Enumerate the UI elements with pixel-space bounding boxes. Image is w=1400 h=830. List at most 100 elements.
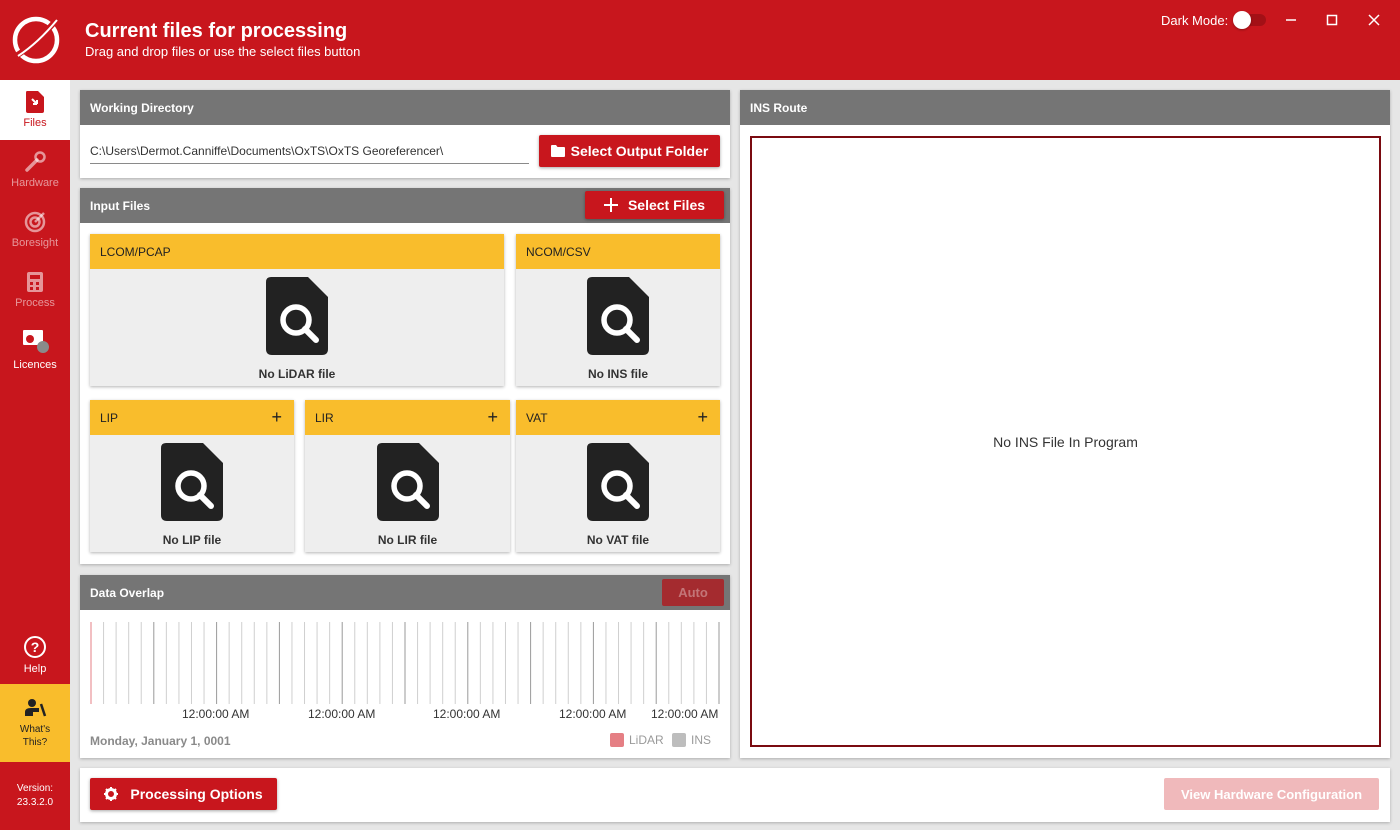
input-files-header: Input Files Select Files xyxy=(80,188,730,223)
gear-icon xyxy=(104,787,119,801)
view-hardware-configuration-button[interactable]: View Hardware Configuration xyxy=(1164,778,1379,810)
card-header: LIR + xyxy=(305,400,510,435)
output-path-field[interactable]: C:\Users\Dermot.Canniffe\Documents\OxTS\… xyxy=(90,144,529,164)
processing-options-button[interactable]: Processing Options xyxy=(90,778,277,810)
select-files-button[interactable]: Select Files xyxy=(585,191,724,219)
data-overlap-panel: Data Overlap Auto 12:00:00 AM 12:00:00 A… xyxy=(80,575,730,758)
certificate-icon xyxy=(23,330,49,353)
whats-this-line1: What's xyxy=(19,723,51,735)
dark-mode-toggle[interactable] xyxy=(1233,11,1266,29)
card-empty-label: No LIP file xyxy=(162,533,222,547)
person-chair-icon xyxy=(25,698,47,716)
card-empty-label: No INS file xyxy=(587,367,648,381)
add-lir-icon[interactable]: + xyxy=(487,408,498,426)
maximize-icon xyxy=(1326,14,1338,26)
tools-icon xyxy=(25,151,46,172)
card-empty-label: No VAT file xyxy=(586,533,650,547)
working-directory-header: Working Directory xyxy=(80,90,730,125)
close-icon xyxy=(1368,14,1380,26)
data-overlap-title: Data Overlap xyxy=(90,585,165,600)
time-tick-label: 12:00:00 AM xyxy=(559,707,627,721)
input-files-panel: Input Files Select Files LCOM/PCAP No Li… xyxy=(80,188,730,564)
oxts-logo-icon xyxy=(12,16,61,64)
card-header: LCOM/PCAP xyxy=(90,234,504,269)
ins-empty-message: No INS File In Program xyxy=(993,433,1138,450)
ins-route-header: INS Route xyxy=(740,90,1390,125)
sidebar-item-files[interactable]: Files xyxy=(0,80,70,140)
card-header: NCOM/CSV xyxy=(516,234,720,269)
add-vat-icon[interactable]: + xyxy=(697,408,708,426)
legend-lidar: LiDAR xyxy=(610,733,664,747)
sidebar-item-hardware[interactable]: Hardware xyxy=(0,140,70,200)
auto-button[interactable]: Auto xyxy=(662,579,724,606)
minimize-icon xyxy=(1286,19,1296,21)
help-icon: ? xyxy=(24,636,46,658)
working-directory-panel: Working Directory C:\Users\Dermot.Cannif… xyxy=(80,90,730,178)
overlap-date: Monday, January 1, 0001 xyxy=(90,734,231,748)
lir-card[interactable]: LIR + No LIR file xyxy=(305,400,510,552)
sidebar-item-boresight[interactable]: Boresight xyxy=(0,200,70,260)
sidebar-item-label: Hardware xyxy=(11,177,59,189)
version-info: Version: 23.3.2.0 xyxy=(0,782,70,810)
plus-icon xyxy=(603,198,618,212)
file-search-icon xyxy=(266,277,328,355)
legend-label: LiDAR xyxy=(629,733,664,747)
target-icon xyxy=(24,211,46,233)
time-tick-label: 12:00:00 AM xyxy=(308,707,376,721)
sidebar-item-label: Help xyxy=(23,663,47,675)
dark-mode-label: Dark Mode: xyxy=(1161,13,1229,28)
folder-icon xyxy=(550,145,565,157)
file-search-icon xyxy=(376,443,439,521)
legend-ins: INS xyxy=(672,733,711,747)
file-search-icon xyxy=(161,443,223,521)
maximize-button[interactable] xyxy=(1319,8,1345,32)
close-button[interactable] xyxy=(1361,8,1387,32)
page-subtitle: Drag and drop files or use the select fi… xyxy=(85,44,361,59)
card-header: VAT + xyxy=(516,400,720,435)
toggle-knob xyxy=(1233,11,1251,29)
sidebar: Files Hardware Boresight Process Licence… xyxy=(0,80,70,830)
sidebar-item-help[interactable]: ? Help xyxy=(0,625,70,685)
file-search-icon xyxy=(587,277,649,355)
file-search-icon xyxy=(587,443,649,521)
ins-route-map[interactable]: No INS File In Program xyxy=(750,136,1381,747)
calculator-icon xyxy=(27,272,43,292)
card-title: VAT xyxy=(526,410,548,425)
vat-card[interactable]: VAT + No VAT file xyxy=(516,400,720,552)
legend-label: INS xyxy=(691,733,712,747)
legend-swatch-ins xyxy=(672,733,686,747)
sidebar-item-label: Licences xyxy=(13,359,57,371)
processing-options-label: Processing Options xyxy=(130,786,263,802)
card-title: LIR xyxy=(315,410,334,425)
select-output-folder-button[interactable]: Select Output Folder xyxy=(539,135,720,167)
sidebar-item-licences[interactable]: Licences xyxy=(0,320,70,380)
file-import-icon xyxy=(26,91,44,113)
lip-card[interactable]: LIP + No LIP file xyxy=(90,400,294,552)
data-overlap-header: Data Overlap Auto xyxy=(80,575,730,610)
legend-swatch-lidar xyxy=(610,733,624,747)
time-tick-label: 12:00:00 AM xyxy=(182,707,250,721)
lcom-pcap-card[interactable]: LCOM/PCAP No LiDAR file xyxy=(90,234,504,386)
overlap-timeline xyxy=(90,622,720,704)
card-empty-label: No LiDAR file xyxy=(258,367,336,381)
whats-this-button[interactable]: What's This? xyxy=(0,684,70,762)
select-output-folder-label: Select Output Folder xyxy=(570,143,709,159)
version-number: 23.3.2.0 xyxy=(16,797,54,808)
whats-this-line2: This? xyxy=(22,736,48,748)
ncom-csv-card[interactable]: NCOM/CSV No INS file xyxy=(516,234,720,386)
add-lip-icon[interactable]: + xyxy=(271,408,282,426)
sidebar-item-label: Boresight xyxy=(11,237,59,249)
page-title: Current files for processing xyxy=(85,20,348,42)
card-header: LIP + xyxy=(90,400,294,435)
sidebar-item-process[interactable]: Process xyxy=(0,260,70,320)
input-files-title: Input Files xyxy=(90,198,150,213)
version-label: Version: xyxy=(16,783,54,794)
ins-route-panel: INS Route No INS File In Program xyxy=(740,90,1390,758)
card-empty-label: No LIR file xyxy=(377,533,438,547)
time-tick-label: 12:00:00 AM xyxy=(433,707,501,721)
time-tick-label: 12:00:00 AM xyxy=(651,707,719,721)
sidebar-item-label: Process xyxy=(15,297,55,309)
minimize-button[interactable] xyxy=(1278,8,1304,32)
select-files-label: Select Files xyxy=(627,197,706,213)
svg-text:?: ? xyxy=(31,639,40,655)
